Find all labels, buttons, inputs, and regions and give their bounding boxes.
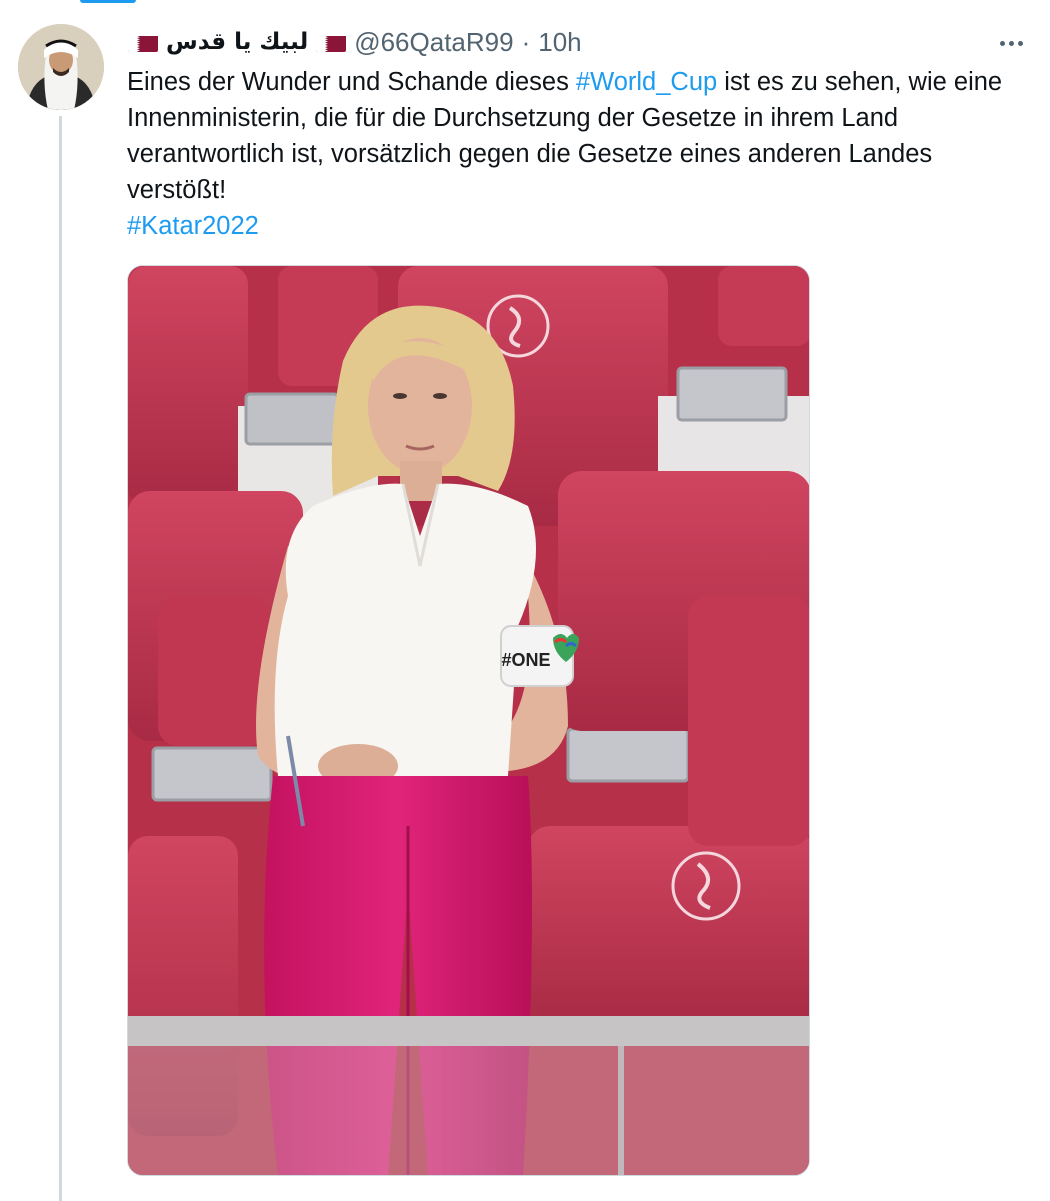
- qatar-flag-icon: [316, 32, 347, 52]
- separator-dot: ·: [521, 26, 531, 57]
- tweet-text-part-1: Eines der Wunder und Schande dieses: [127, 68, 576, 96]
- hashtag-world-cup[interactable]: #World_Cup: [576, 68, 717, 96]
- qatar-flag-icon: [128, 32, 158, 52]
- hashtag-katar2022[interactable]: #Katar2022: [127, 212, 259, 240]
- tweet-page: لبيك يا قدس @66QataR99 · 10h Eines der W…: [0, 0, 1050, 1201]
- tweet-body: Eines der Wunder und Schande dieses #Wor…: [127, 64, 1007, 208]
- armband-text: #ONE: [501, 650, 550, 670]
- active-tab-indicator: [80, 0, 136, 3]
- timestamp[interactable]: 10h: [538, 27, 581, 58]
- thread-connector-line: [59, 116, 62, 1201]
- tweet-header: لبيك يا قدس @66QataR99 · 10h: [128, 24, 582, 60]
- user-handle[interactable]: @66QataR99: [354, 27, 513, 58]
- tweet-photo[interactable]: #ONE: [127, 265, 810, 1176]
- more-horizontal-icon[interactable]: [994, 30, 1028, 56]
- display-name[interactable]: لبيك يا قدس: [166, 29, 308, 55]
- tweet-text: Eines der Wunder und Schande dieses #Wor…: [127, 64, 1007, 244]
- avatar[interactable]: [18, 24, 104, 110]
